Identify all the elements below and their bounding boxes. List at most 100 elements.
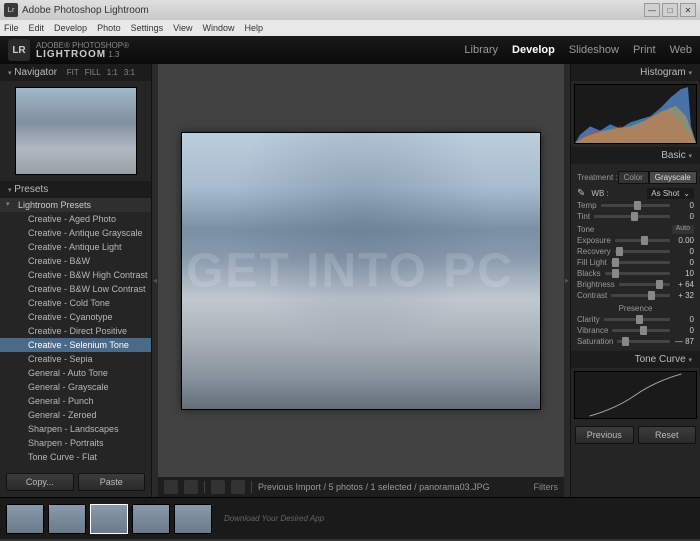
fill-value[interactable]: 0	[674, 258, 694, 267]
preset-item[interactable]: Sharpen - Landscapes	[0, 422, 151, 436]
tonecurve-header[interactable]: Tone Curve ▾	[571, 351, 700, 368]
menu-edit[interactable]: Edit	[29, 23, 45, 33]
module-print[interactable]: Print	[633, 44, 656, 56]
copy-button[interactable]: Copy...	[6, 473, 74, 491]
temp-value[interactable]: 0	[674, 201, 694, 210]
menu-develop[interactable]: Develop	[54, 23, 87, 33]
menubar: File Edit Develop Photo Settings View Wi…	[0, 20, 700, 36]
menu-file[interactable]: File	[4, 23, 19, 33]
filmstrip-thumb[interactable]	[174, 504, 212, 534]
brightness-value[interactable]: + 64	[674, 280, 694, 289]
nav-fill[interactable]: FILL	[85, 68, 101, 77]
wb-dropdown[interactable]: As Shot⌄	[647, 188, 694, 199]
previous-button[interactable]: Previous	[575, 426, 634, 444]
tint-value[interactable]: 0	[674, 212, 694, 221]
eyedropper-icon[interactable]: ✎	[577, 188, 585, 199]
titlebar: Lr Adobe Photoshop Lightroom — □ ✕	[0, 0, 700, 20]
treatment-grayscale[interactable]: Grayscale	[649, 171, 697, 184]
wb-label: WB :	[591, 189, 608, 198]
toolbar-path: Previous Import / 5 photos / 1 selected …	[258, 482, 490, 492]
recovery-slider[interactable]	[615, 250, 670, 253]
reset-button[interactable]: Reset	[638, 426, 697, 444]
close-button[interactable]: ✕	[680, 3, 696, 17]
menu-help[interactable]: Help	[245, 23, 264, 33]
temp-slider[interactable]	[601, 204, 670, 207]
blacks-value[interactable]: 10	[674, 269, 694, 278]
preset-item[interactable]: General - Grayscale	[0, 380, 151, 394]
preset-item[interactable]: Creative - Cold Tone	[0, 296, 151, 310]
preset-item[interactable]: Creative - Antique Light	[0, 240, 151, 254]
module-develop[interactable]: Develop	[512, 44, 555, 56]
tint-slider[interactable]	[594, 215, 670, 218]
histogram-header[interactable]: Histogram ▾	[571, 64, 700, 81]
fill-slider[interactable]	[611, 261, 670, 264]
menu-window[interactable]: Window	[202, 23, 234, 33]
saturation-value[interactable]: — 87	[674, 337, 694, 346]
module-web[interactable]: Web	[670, 44, 692, 56]
preset-item[interactable]: General - Auto Tone	[0, 366, 151, 380]
preset-item[interactable]: Creative - Aged Photo	[0, 212, 151, 226]
nav-3-1[interactable]: 3:1	[124, 68, 135, 77]
logo-icon: LR	[8, 39, 30, 61]
navigator-thumbnail[interactable]	[15, 87, 137, 175]
preset-item[interactable]: Creative - Selenium Tone	[0, 338, 151, 352]
preset-item[interactable]: Creative - Cyanotype	[0, 310, 151, 324]
clarity-slider[interactable]	[604, 318, 670, 321]
recovery-value[interactable]: 0	[674, 247, 694, 256]
vibrance-value[interactable]: 0	[674, 326, 694, 335]
filters-label[interactable]: Filters	[534, 482, 559, 492]
preset-item[interactable]: Creative - B&W	[0, 254, 151, 268]
nav-fit[interactable]: FIT	[67, 68, 79, 77]
menu-settings[interactable]: Settings	[131, 23, 164, 33]
tonecurve-chart[interactable]	[574, 371, 697, 419]
compare-icon[interactable]	[184, 480, 198, 494]
preset-item[interactable]: Creative - B&W Low Contrast	[0, 282, 151, 296]
filmstrip-tag: Download Your Desired App	[224, 514, 324, 523]
maximize-button[interactable]: □	[662, 3, 678, 17]
vibrance-slider[interactable]	[612, 329, 670, 332]
filmstrip-thumb[interactable]	[132, 504, 170, 534]
preset-group[interactable]: Lightroom Presets	[0, 198, 151, 212]
contrast-slider[interactable]	[611, 294, 670, 297]
saturation-slider[interactable]	[617, 340, 670, 343]
preset-item[interactable]: Creative - Antique Grayscale	[0, 226, 151, 240]
preset-item[interactable]: Sharpen - Portraits	[0, 436, 151, 450]
menu-photo[interactable]: Photo	[97, 23, 121, 33]
photo-preview[interactable]	[181, 132, 541, 410]
preset-item[interactable]: General - Zeroed	[0, 408, 151, 422]
basic-title: Basic	[661, 150, 685, 161]
tone-label: Tone	[577, 225, 594, 234]
preset-item[interactable]: Creative - B&W High Contrast	[0, 268, 151, 282]
nav-1-1[interactable]: 1:1	[107, 68, 118, 77]
preset-item[interactable]: Tone Curve - Flat	[0, 450, 151, 464]
minimize-button[interactable]: —	[644, 3, 660, 17]
menu-view[interactable]: View	[173, 23, 192, 33]
exposure-value[interactable]: 0.00	[674, 236, 694, 245]
tonecurve-title: Tone Curve	[635, 354, 686, 365]
brightness-slider[interactable]	[619, 283, 670, 286]
module-library[interactable]: Library	[464, 44, 498, 56]
basic-header[interactable]: Basic ▾	[571, 147, 700, 164]
auto-button[interactable]: Auto	[672, 225, 694, 234]
preset-item[interactable]: Creative - Sepia	[0, 352, 151, 366]
filmstrip-thumb[interactable]	[48, 504, 86, 534]
navigator-header[interactable]: ▾ Navigator FIT FILL 1:1 3:1	[0, 64, 151, 81]
loupe-icon[interactable]	[164, 480, 178, 494]
treatment-color[interactable]: Color	[618, 171, 649, 184]
clarity-value[interactable]: 0	[674, 315, 694, 324]
brightness-label: Brightness	[577, 280, 615, 289]
histogram-chart[interactable]	[574, 84, 697, 144]
presets-header[interactable]: ▾ Presets	[0, 181, 151, 198]
module-slideshow[interactable]: Slideshow	[569, 44, 619, 56]
contrast-value[interactable]: + 32	[674, 291, 694, 300]
exposure-slider[interactable]	[615, 239, 670, 242]
filmstrip-thumb[interactable]	[90, 504, 128, 534]
reject-icon[interactable]	[231, 480, 245, 494]
paste-button[interactable]: Paste	[78, 473, 146, 491]
preset-item[interactable]: General - Punch	[0, 394, 151, 408]
filmstrip-thumb[interactable]	[6, 504, 44, 534]
blacks-slider[interactable]	[605, 272, 670, 275]
preset-item[interactable]: Creative - Direct Positive	[0, 324, 151, 338]
center-canvas: Previous Import / 5 photos / 1 selected …	[158, 64, 564, 497]
flag-icon[interactable]	[211, 480, 225, 494]
